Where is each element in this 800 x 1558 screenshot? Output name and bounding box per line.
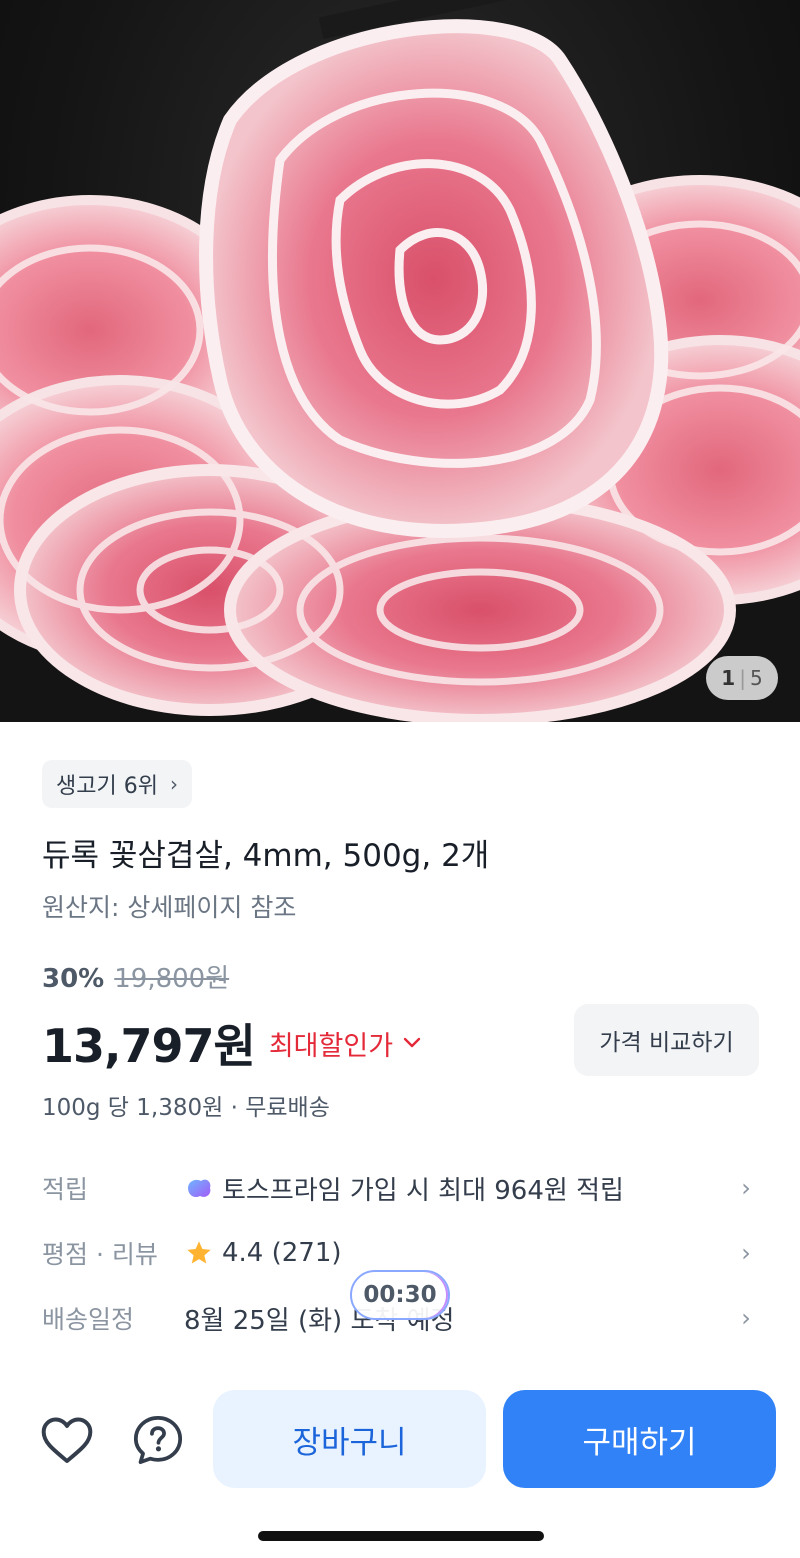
product-title: 듀록 꽃삼겹살, 4mm, 500g, 2개	[42, 838, 490, 874]
page-total: 5	[749, 666, 763, 690]
inquiry-button[interactable]	[128, 1410, 188, 1470]
points-value: 토스프라임 가입 시 최대 964원 적립	[222, 1175, 624, 1206]
delivery-label: 배송일정	[42, 1305, 135, 1334]
chevron-right-icon: ›	[741, 1304, 751, 1332]
countdown-timer-badge: 00:30	[350, 1270, 450, 1320]
discount-rate: 30%	[42, 964, 105, 994]
category-rank-chip[interactable]: 생고기 6위 ›	[42, 760, 192, 808]
question-bubble-icon	[133, 1415, 183, 1465]
points-row[interactable]: 적립 토스프라임 가입 시 최대 964원 적립 ›	[42, 1164, 758, 1212]
discount-row: 30% 19,800원	[42, 958, 229, 995]
points-label: 적립	[42, 1175, 89, 1204]
chevron-right-icon: ›	[169, 772, 178, 796]
max-discount-toggle[interactable]: 최대할인가	[269, 1024, 421, 1063]
original-price: 19,800원	[114, 964, 230, 994]
buy-now-button[interactable]: 구매하기	[503, 1390, 776, 1488]
rating-label: 평점 · 리뷰	[42, 1240, 158, 1269]
sale-price: 13,797원	[42, 1019, 256, 1073]
product-image[interactable]: 1 | 5	[0, 0, 800, 722]
image-page-indicator: 1 | 5	[706, 656, 778, 700]
max-discount-label: 최대할인가	[268, 1030, 394, 1062]
toss-prime-icon	[188, 1179, 211, 1198]
pork-belly-photo	[0, 0, 800, 722]
unit-price-shipping: 100g 당 1,380원 · 무료배송	[42, 1095, 330, 1121]
heart-icon	[41, 1417, 93, 1463]
page-current: 1	[721, 666, 736, 690]
page-separator: |	[739, 666, 746, 690]
price-compare-button[interactable]: 가격 비교하기	[574, 1004, 759, 1076]
rank-label: 생고기 6위	[56, 774, 158, 799]
rating-value: 4.4 (271)	[222, 1238, 342, 1268]
price-row: 13,797원 최대할인가	[42, 1010, 421, 1076]
home-indicator[interactable]	[258, 1531, 544, 1541]
add-to-cart-button[interactable]: 장바구니	[213, 1390, 486, 1488]
chevron-right-icon: ›	[741, 1174, 751, 1202]
product-origin: 원산지: 상세페이지 참조	[42, 893, 297, 922]
wishlist-button[interactable]	[37, 1410, 97, 1470]
chevron-right-icon: ›	[741, 1239, 751, 1267]
chevron-down-icon	[403, 1037, 421, 1048]
star-icon	[187, 1241, 211, 1264]
